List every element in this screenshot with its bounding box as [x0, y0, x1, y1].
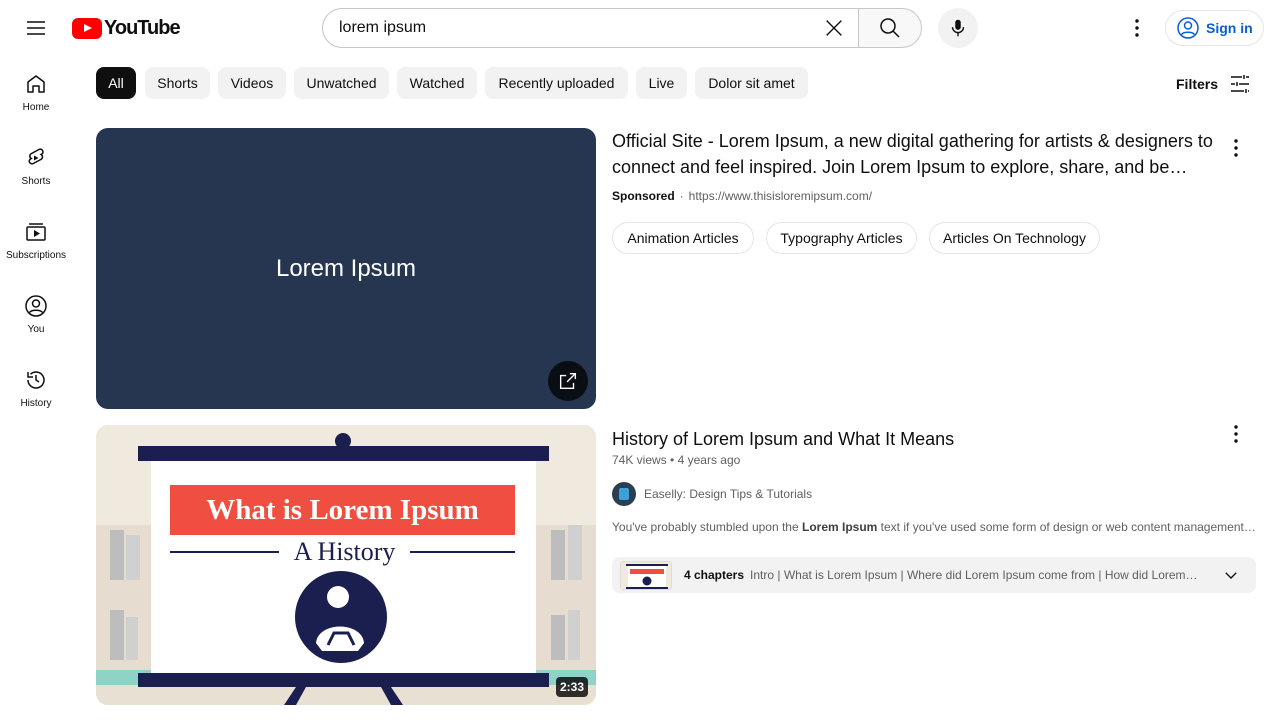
search-icon — [880, 18, 900, 38]
duration-badge: 2:33 — [555, 677, 588, 697]
search-box — [322, 8, 858, 48]
thumbnail-title: What is Lorem Ipsum — [206, 493, 479, 526]
sign-in-button[interactable]: Sign in — [1165, 10, 1264, 46]
video-description-snippet: You've probably stumbled upon the Lorem … — [612, 520, 1258, 534]
expand-chapters-button[interactable] — [1222, 566, 1240, 589]
chapter-thumbnail — [620, 560, 672, 590]
sidebar-item-label: History — [20, 398, 52, 409]
filters-button[interactable]: Filters — [1168, 67, 1260, 101]
channel-avatar[interactable] — [612, 482, 636, 506]
more-vertical-icon — [1234, 139, 1238, 157]
youtube-logo[interactable]: YouTube — [72, 16, 181, 40]
masthead: YouTube Sign in — [0, 0, 1280, 56]
chevron-down-icon — [1225, 572, 1237, 579]
chip-dolor-sit-amet[interactable]: Dolor sit amet — [695, 67, 808, 99]
open-external-button[interactable] — [548, 361, 588, 401]
chapters-panel[interactable]: 4 chapters Intro | What is Lorem Ipsum |… — [612, 557, 1256, 593]
chip-recently-uploaded[interactable]: Recently uploaded — [485, 67, 628, 99]
description-text: text if you've used some form of design … — [877, 520, 1258, 534]
channel-info[interactable]: Easelly: Design Tips & Tutorials — [612, 482, 812, 506]
chip-live[interactable]: Live — [636, 67, 687, 99]
chapters-list: Intro | What is Lorem Ipsum | Where did … — [750, 568, 1200, 582]
sidebar-item-shorts[interactable]: Shorts — [4, 130, 68, 204]
ad-thumbnail-text: Lorem Ipsum — [275, 254, 417, 282]
close-icon — [826, 20, 842, 36]
more-vertical-icon — [1234, 425, 1238, 443]
voice-search-button[interactable] — [938, 8, 978, 48]
channel-logo-icon — [619, 488, 629, 500]
video-meta: 74K views • 4 years ago — [612, 453, 740, 467]
ad-chip-typography[interactable]: Typography Articles — [766, 222, 917, 254]
chip-shorts[interactable]: Shorts — [145, 67, 210, 99]
shorts-icon — [28, 148, 44, 165]
search-button[interactable] — [858, 8, 922, 48]
account-icon — [1177, 17, 1199, 39]
search-input[interactable] — [339, 19, 809, 37]
chip-videos[interactable]: Videos — [218, 67, 286, 99]
clear-search-button[interactable] — [814, 9, 854, 47]
chip-all[interactable]: All — [96, 67, 136, 99]
sign-in-label: Sign in — [1206, 20, 1253, 36]
sidebar-item-subscriptions[interactable]: Subscriptions — [4, 204, 68, 278]
logo-text: YouTube — [104, 16, 181, 39]
sidebar-item-history[interactable]: History — [4, 352, 68, 426]
chapters-count: 4 chapters — [684, 568, 745, 582]
chip-unwatched[interactable]: Unwatched — [294, 67, 389, 99]
ad-chip-animation[interactable]: Animation Articles — [612, 222, 754, 254]
you-icon — [25, 295, 47, 317]
description-text: You've probably stumbled upon the — [612, 520, 802, 534]
description-highlight: Lorem Ipsum — [801, 520, 878, 534]
chapter-thumbnail-image — [621, 561, 671, 589]
sidebar-item-label: Home — [22, 102, 50, 113]
sidebar-item-label: You — [27, 324, 45, 335]
ad-url[interactable]: https://www.thisisloremipsum.com/ — [689, 189, 872, 203]
upload-age: 4 years ago — [677, 453, 741, 467]
sidebar-item-label: Subscriptions — [5, 250, 67, 261]
video-thumbnail[interactable]: What is Lorem Ipsum A History 2:33 — [96, 425, 596, 705]
video-menu-button[interactable] — [1216, 414, 1256, 454]
settings-more-button[interactable] — [1117, 8, 1157, 48]
ad-title[interactable]: Official Site - Lorem Ipsum, a new digit… — [612, 128, 1222, 180]
filters-label: Filters — [1176, 76, 1219, 92]
home-icon — [27, 75, 45, 93]
sidebar-item-you[interactable]: You — [4, 278, 68, 352]
subscriptions-icon — [26, 223, 46, 241]
ad-menu-button[interactable] — [1216, 128, 1256, 168]
filter-sliders-icon — [1231, 75, 1250, 93]
hamburger-icon — [27, 21, 45, 35]
sponsored-badge: Sponsored — [612, 189, 675, 203]
more-vertical-icon — [1135, 19, 1139, 37]
view-count: 74K views — [612, 453, 667, 467]
history-icon — [27, 371, 45, 389]
ad-meta: Sponsored · https://www.thisisloremipsum… — [612, 189, 872, 203]
ad-thumbnail[interactable]: Lorem Ipsum — [96, 128, 596, 409]
external-link-icon — [559, 372, 577, 390]
video-title[interactable]: History of Lorem Ipsum and What It Means — [612, 426, 954, 452]
sidebar-item-label: Shorts — [21, 176, 51, 187]
sidebar-item-home[interactable]: Home — [4, 56, 68, 130]
ad-chip-technology[interactable]: Articles On Technology — [929, 222, 1100, 254]
guide-menu-button[interactable] — [16, 8, 56, 48]
youtube-play-icon — [72, 17, 102, 39]
channel-name[interactable]: Easelly: Design Tips & Tutorials — [644, 487, 812, 501]
meta-separator: • — [670, 453, 678, 467]
thumbnail-subtitle: A History — [293, 537, 396, 566]
meta-separator: · — [679, 189, 684, 203]
chip-watched[interactable]: Watched — [397, 67, 477, 99]
microphone-icon — [951, 19, 965, 37]
